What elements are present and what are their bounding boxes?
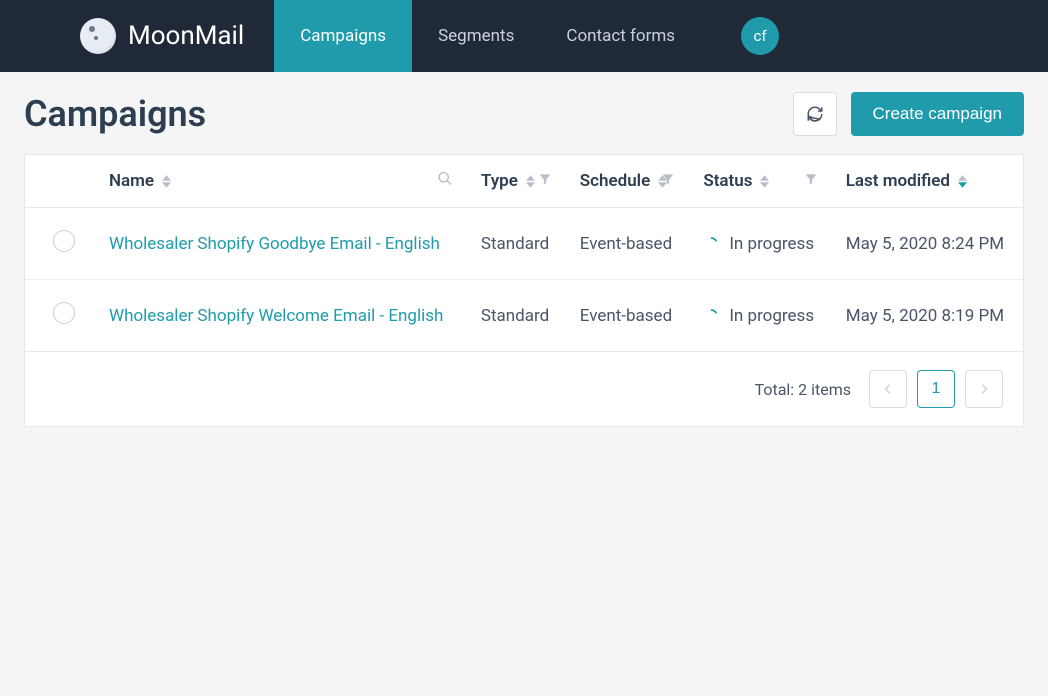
column-label: Last modified xyxy=(846,171,950,191)
create-campaign-button[interactable]: Create campaign xyxy=(851,92,1024,136)
sort-icon[interactable] xyxy=(526,175,535,188)
nav-tab-label: Campaigns xyxy=(300,26,386,46)
avatar-initials: cf xyxy=(754,27,767,45)
pager-page-label: 1 xyxy=(932,380,941,398)
column-label: Name xyxy=(109,171,154,191)
refresh-button[interactable] xyxy=(793,92,837,136)
sort-icon[interactable] xyxy=(162,175,171,188)
status-text: In progress xyxy=(729,234,814,254)
table-row: Wholesaler Shopify Welcome Email - Engli… xyxy=(25,280,1023,352)
column-label: Status xyxy=(703,171,752,191)
filter-icon[interactable] xyxy=(804,171,818,191)
total-text: Total: 2 items xyxy=(755,380,851,399)
chevron-right-icon xyxy=(979,383,989,395)
refresh-icon xyxy=(806,105,824,123)
nav-tab-segments[interactable]: Segments xyxy=(412,0,540,72)
nav-tab-label: Segments xyxy=(438,26,514,46)
page-title: Campaigns xyxy=(24,93,206,135)
cell-last-modified: May 5, 2020 8:19 PM xyxy=(832,280,1023,352)
row-select-checkbox[interactable] xyxy=(53,302,75,324)
column-label: Schedule xyxy=(580,171,651,191)
nav-tabs: Campaigns Segments Contact forms xyxy=(274,0,701,72)
pagination: 1 xyxy=(869,370,1003,408)
cell-status: In progress xyxy=(703,234,817,254)
page-actions: Create campaign xyxy=(793,92,1024,136)
campaign-name-link[interactable]: Wholesaler Shopify Welcome Email - Engli… xyxy=(109,306,443,326)
column-name[interactable]: Name xyxy=(95,155,467,208)
pager-prev-button[interactable] xyxy=(869,370,907,408)
campaigns-table: Name Type xyxy=(24,154,1024,427)
cell-schedule: Event-based xyxy=(566,280,690,352)
column-schedule[interactable]: Schedule xyxy=(566,155,690,208)
status-text: In progress xyxy=(729,306,814,326)
nav-tab-label: Contact forms xyxy=(566,26,675,46)
table-footer: Total: 2 items 1 xyxy=(25,351,1023,426)
cell-status: In progress xyxy=(703,306,817,326)
brand[interactable]: MoonMail xyxy=(80,18,244,54)
filter-icon[interactable] xyxy=(538,171,552,191)
sort-icon[interactable] xyxy=(760,175,769,188)
brand-name: MoonMail xyxy=(128,21,244,51)
column-label: Type xyxy=(481,171,518,191)
avatar[interactable]: cf xyxy=(741,17,779,55)
nav-tab-contact-forms[interactable]: Contact forms xyxy=(540,0,701,72)
campaign-name-link[interactable]: Wholesaler Shopify Goodbye Email - Engli… xyxy=(109,234,440,254)
create-campaign-label: Create campaign xyxy=(873,104,1002,123)
spinner-icon xyxy=(703,308,719,324)
sort-icon[interactable] xyxy=(958,175,967,188)
top-nav: MoonMail Campaigns Segments Contact form… xyxy=(0,0,1048,72)
page: Campaigns Create campaign xyxy=(0,72,1048,447)
chevron-left-icon xyxy=(883,383,893,395)
cell-type: Standard xyxy=(467,208,566,280)
search-icon[interactable] xyxy=(437,171,453,192)
row-select-checkbox[interactable] xyxy=(53,230,75,252)
filter-icon[interactable] xyxy=(661,171,675,191)
cell-type: Standard xyxy=(467,280,566,352)
column-last-modified[interactable]: Last modified xyxy=(832,155,1023,208)
moon-icon xyxy=(80,18,116,54)
column-status[interactable]: Status xyxy=(689,155,831,208)
page-header: Campaigns Create campaign xyxy=(24,92,1024,136)
column-select xyxy=(25,155,95,208)
pager-next-button[interactable] xyxy=(965,370,1003,408)
nav-tab-campaigns[interactable]: Campaigns xyxy=(274,0,412,72)
spinner-icon xyxy=(703,236,719,252)
cell-last-modified: May 5, 2020 8:24 PM xyxy=(832,208,1023,280)
column-type[interactable]: Type xyxy=(467,155,566,208)
pager-page-button[interactable]: 1 xyxy=(917,370,955,408)
cell-schedule: Event-based xyxy=(566,208,690,280)
table-row: Wholesaler Shopify Goodbye Email - Engli… xyxy=(25,208,1023,280)
